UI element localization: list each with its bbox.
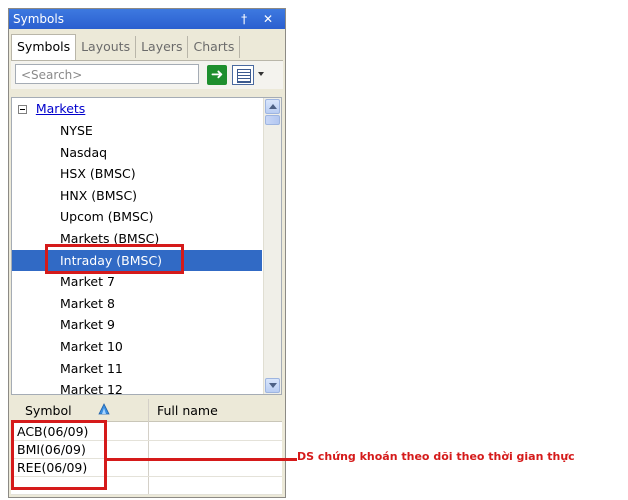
callout-text: DS chứng khoán theo dõi theo thời gian t… xyxy=(297,450,575,463)
sort-icon[interactable] xyxy=(97,402,111,417)
tree-scrollbar[interactable] xyxy=(263,98,281,394)
list-view-icon[interactable] xyxy=(232,65,254,85)
panel-titlebar[interactable]: Symbols † ✕ xyxy=(9,9,285,29)
tree-item[interactable]: Market 11 xyxy=(12,358,262,380)
search-toolbar: <Search> ➜ xyxy=(11,60,283,89)
pin-close-icons[interactable]: † ✕ xyxy=(241,9,279,29)
callout-line xyxy=(107,458,297,461)
collapse-icon[interactable] xyxy=(18,105,27,114)
column-header-symbol[interactable]: Symbol xyxy=(25,403,72,418)
tree-item[interactable]: Upcom (BMSC) xyxy=(12,206,262,228)
tree-root-label[interactable]: Markets xyxy=(36,101,85,116)
tab-strip: Symbols Layouts Layers Charts xyxy=(11,34,241,60)
panel-title: Symbols xyxy=(13,12,64,26)
tree-item[interactable]: Nasdaq xyxy=(12,142,262,164)
tree-item[interactable]: Market 8 xyxy=(12,293,262,315)
tree-root[interactable]: Markets xyxy=(18,100,85,118)
scroll-thumb[interactable] xyxy=(265,115,280,125)
tree-item[interactable]: HSX (BMSC) xyxy=(12,163,262,185)
tree-item[interactable]: Market 12 xyxy=(12,379,262,394)
tree-item[interactable]: Market 10 xyxy=(12,336,262,358)
scroll-up-icon[interactable] xyxy=(265,99,280,114)
tab-layouts[interactable]: Layouts xyxy=(76,36,137,58)
arrow-right-icon[interactable]: ➜ xyxy=(207,65,227,85)
tree-item[interactable]: Market 7 xyxy=(12,271,262,293)
highlight-box-symbols xyxy=(11,420,107,490)
highlight-box-intraday xyxy=(45,244,184,274)
tree-item[interactable]: HNX (BMSC) xyxy=(12,185,262,207)
tab-charts[interactable]: Charts xyxy=(188,36,241,58)
tree-item[interactable]: NYSE xyxy=(12,120,262,142)
tab-symbols[interactable]: Symbols xyxy=(11,34,77,60)
search-input[interactable]: <Search> xyxy=(15,64,199,84)
tree-item[interactable]: Market 9 xyxy=(12,314,262,336)
chevron-down-icon[interactable] xyxy=(258,72,264,76)
scroll-down-icon[interactable] xyxy=(265,378,280,393)
column-header-full-name[interactable]: Full name xyxy=(157,403,218,418)
grid-header: Symbol Full name xyxy=(11,399,282,422)
tab-layers[interactable]: Layers xyxy=(136,36,189,58)
